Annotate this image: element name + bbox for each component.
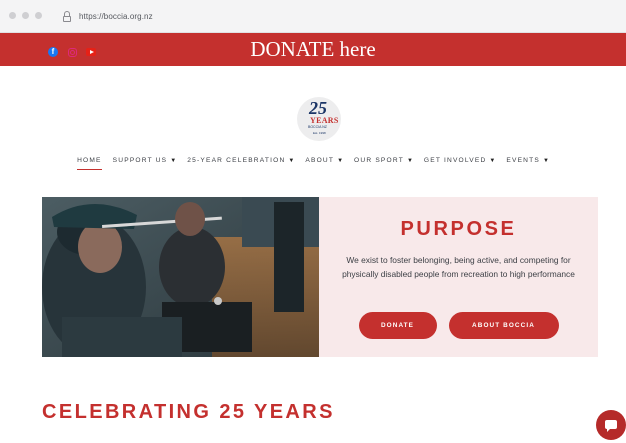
window-controls	[9, 12, 42, 19]
hero-photo	[42, 197, 319, 357]
purpose-text: We exist to foster belonging, being acti…	[342, 255, 575, 279]
nav-our-sport-label: OUR SPORT	[354, 157, 404, 164]
nav-home[interactable]: HOME	[77, 157, 102, 170]
address-bar[interactable]: https://boccia.org.nz	[62, 7, 622, 26]
logo-est: Est. 1998	[313, 131, 326, 135]
nav-events[interactable]: EVENTS ▼	[506, 157, 549, 170]
nav-about-label: ABOUT	[305, 157, 335, 164]
facebook-icon[interactable]: f	[48, 47, 58, 57]
nav-support-us-label: SUPPORT US	[112, 157, 168, 164]
donate-button[interactable]: DONATE	[358, 312, 437, 339]
nav-events-label: EVENTS	[506, 157, 540, 164]
youtube-icon[interactable]	[86, 47, 96, 57]
browser-toolbar: https://boccia.org.nz	[0, 0, 626, 33]
chevron-down-icon: ▼	[406, 157, 413, 164]
chevron-down-icon: ▼	[170, 157, 177, 164]
maximize-window-dot[interactable]	[35, 12, 42, 19]
chevron-down-icon: ▼	[542, 157, 549, 164]
nav-our-sport[interactable]: OUR SPORT ▼	[354, 157, 413, 170]
chat-bubble-icon	[605, 420, 617, 432]
logo-years: YEARS	[310, 116, 339, 125]
chat-button[interactable]	[596, 410, 626, 440]
boccia-player-photo	[42, 197, 319, 357]
instagram-icon[interactable]	[67, 47, 77, 57]
nav-support-us[interactable]: SUPPORT US ▼	[113, 157, 177, 170]
minimize-window-dot[interactable]	[22, 12, 29, 19]
nav-about[interactable]: ABOUT ▼	[305, 157, 343, 170]
about-boccia-button[interactable]: ABOUT BOCCIA	[448, 312, 559, 339]
nav-25-year-celebration-label: 25-YEAR CELEBRATION	[187, 157, 286, 164]
chevron-down-icon: ▼	[288, 157, 295, 164]
purpose-heading: PURPOSE	[400, 218, 517, 240]
hero-buttons: DONATE ABOUT BOCCIA	[319, 312, 598, 339]
nav-25-year-celebration[interactable]: 25-YEAR CELEBRATION ▼	[187, 157, 294, 170]
donate-banner-label[interactable]: DONATE here	[250, 37, 375, 62]
nav-get-involved-label: GET INVOLVED	[423, 157, 487, 164]
purpose-panel: PURPOSE We exist to foster belonging, be…	[319, 197, 598, 357]
chevron-down-icon: ▼	[489, 157, 496, 164]
chevron-down-icon: ▼	[337, 157, 344, 164]
site-logo[interactable]: 25 YEARS BOCCIA NZ Est. 1998	[293, 94, 347, 144]
logo-org: BOCCIA NZ	[308, 125, 327, 129]
url-text[interactable]: https://boccia.org.nz	[79, 12, 153, 21]
hero-section: PURPOSE We exist to foster belonging, be…	[42, 197, 598, 357]
lock-icon	[62, 10, 72, 23]
social-links: f	[48, 47, 96, 57]
celebrating-heading: CELEBRATING 25 YEARS	[42, 401, 335, 423]
nav-get-involved[interactable]: GET INVOLVED ▼	[424, 157, 495, 170]
close-window-dot[interactable]	[9, 12, 16, 19]
browser-window: https://boccia.org.nz DONATE here f 25 Y…	[0, 0, 626, 443]
main-nav: HOME SUPPORT US ▼ 25-YEAR CELEBRATION ▼ …	[0, 157, 626, 170]
nav-home-label: HOME	[77, 157, 102, 164]
